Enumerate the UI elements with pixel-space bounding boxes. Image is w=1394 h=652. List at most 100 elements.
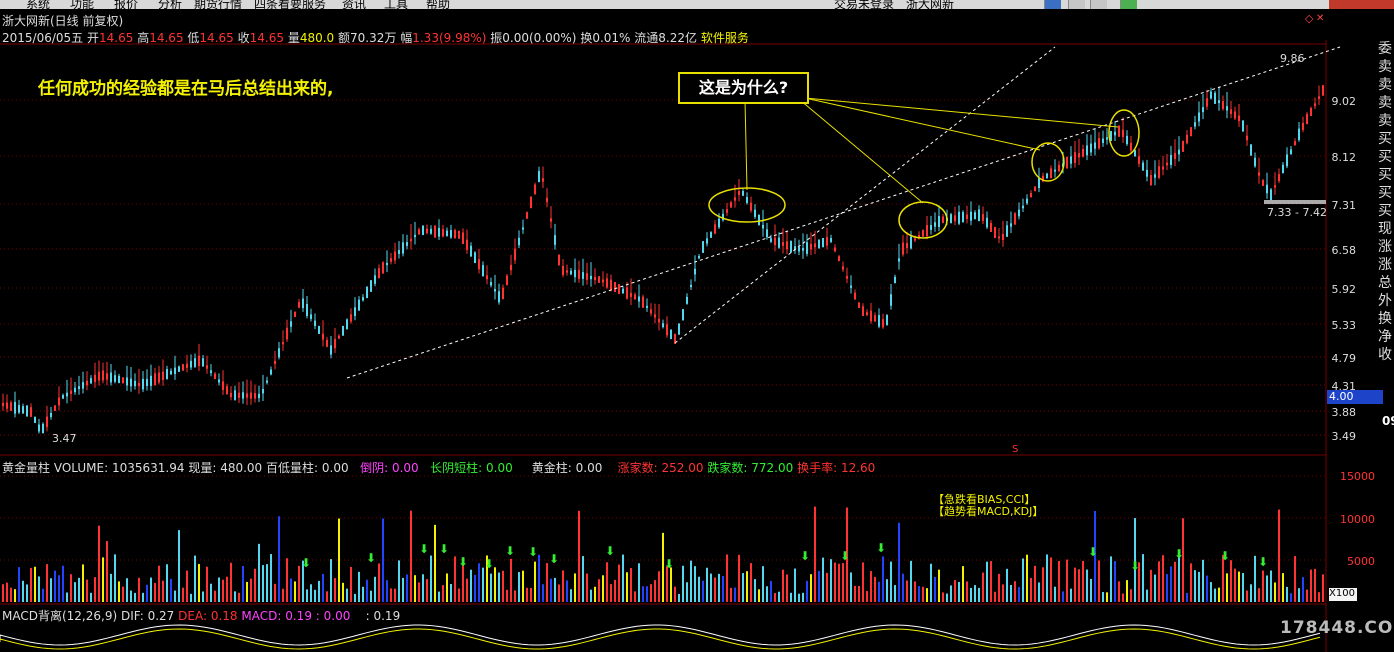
candle-body	[1174, 152, 1176, 160]
volume-bar	[10, 587, 12, 602]
candle-body	[630, 293, 632, 297]
volume-bar	[1022, 558, 1024, 602]
volume-bar	[210, 583, 212, 602]
now-value: 480.00	[220, 461, 263, 475]
candle-body	[1230, 109, 1232, 114]
candle-body	[502, 287, 504, 300]
candle-body	[506, 275, 508, 286]
candle-body	[874, 315, 876, 322]
volume-bar	[382, 518, 384, 602]
candle-body	[94, 374, 96, 383]
candle-body	[1070, 156, 1072, 164]
volume-bar	[526, 587, 528, 602]
volume-bar	[522, 570, 524, 602]
volume-bar	[406, 574, 408, 602]
volume-bar	[1198, 571, 1200, 602]
volume-bar	[906, 580, 908, 602]
volume-bar	[538, 554, 540, 602]
candle-body	[226, 386, 228, 395]
volume-bar	[862, 562, 864, 602]
volume-bar	[314, 589, 316, 602]
volume-bar	[574, 573, 576, 602]
candle-body	[646, 305, 648, 308]
candle-body	[130, 378, 132, 387]
candle-body	[1050, 168, 1052, 179]
volume-bar	[1058, 560, 1060, 602]
volume-bar	[510, 558, 512, 602]
low-mark: 3.47	[52, 432, 77, 445]
candle-body	[486, 275, 488, 280]
candle-body	[598, 276, 600, 283]
volume-bar	[198, 563, 200, 602]
bai-value: 0.00	[321, 461, 349, 475]
volume-bar	[98, 525, 100, 602]
volume-bar	[602, 575, 604, 602]
candle-body	[650, 309, 652, 314]
volume-bar	[702, 580, 704, 602]
candle-body	[406, 242, 408, 246]
volume-bar	[754, 579, 756, 602]
volume-bar	[442, 585, 444, 602]
candle-body	[274, 360, 276, 364]
volume-bar	[994, 591, 996, 602]
volume-bar	[1258, 588, 1260, 602]
down-arrow-icon: ⬇	[840, 549, 850, 563]
candle-body	[590, 275, 592, 280]
candle-body	[426, 228, 428, 233]
candle-body	[1274, 185, 1276, 188]
candle-body	[594, 276, 596, 281]
candle-body	[1278, 174, 1280, 182]
volume-bar	[1158, 561, 1160, 602]
volume-bar	[706, 567, 708, 602]
candle-body	[914, 238, 916, 241]
candle-body	[270, 369, 272, 375]
volume-bar	[86, 579, 88, 602]
candle-body	[934, 222, 936, 227]
volume-bar	[626, 572, 628, 602]
candle-body	[1242, 120, 1244, 132]
volume-bar	[1114, 561, 1116, 602]
volume-bar	[326, 591, 328, 602]
candle-body	[438, 227, 440, 237]
volume-bar	[1014, 581, 1016, 602]
volume-bar	[466, 578, 468, 602]
price-tick: 7.31	[1331, 199, 1357, 212]
candle-body	[890, 294, 892, 306]
current-price-tag: 4.00	[1327, 390, 1383, 404]
candle-body	[42, 423, 44, 434]
volume-bar	[774, 593, 776, 602]
volume-bar	[1190, 563, 1192, 602]
candle-body	[734, 197, 736, 201]
order-book-label: 买	[1378, 149, 1392, 165]
volume-bar	[742, 573, 744, 602]
candle-body	[422, 225, 424, 236]
down-arrow-icon: ⬇	[605, 544, 615, 558]
volume-bar	[222, 579, 224, 602]
candle-body	[966, 214, 968, 219]
volume-bar	[1006, 568, 1008, 602]
volume-bar	[6, 582, 8, 602]
volume-bar	[1066, 559, 1068, 602]
candle-body	[1198, 112, 1200, 122]
candle-body	[822, 238, 824, 248]
range-bar	[1264, 200, 1326, 204]
candle-body	[582, 272, 584, 279]
volume-bar	[790, 592, 792, 602]
price-tick: 5.92	[1331, 283, 1357, 296]
candle-body	[366, 286, 368, 299]
volume-bar	[866, 591, 868, 602]
volume-bar	[430, 555, 432, 602]
volume-bar	[694, 566, 696, 602]
volume-bar	[690, 560, 692, 602]
volume-bar	[246, 581, 248, 602]
hs-value: 12.60	[840, 461, 876, 475]
volume-bar	[530, 587, 532, 602]
down-arrow-icon: ⬇	[549, 552, 559, 566]
volume-bar	[934, 577, 936, 602]
volume-bar	[134, 592, 136, 602]
volume-bar	[342, 582, 344, 602]
candle-body	[654, 314, 656, 318]
candle-body	[622, 288, 624, 294]
volume-bar	[118, 581, 120, 602]
order-book-label: 涨	[1378, 239, 1392, 255]
